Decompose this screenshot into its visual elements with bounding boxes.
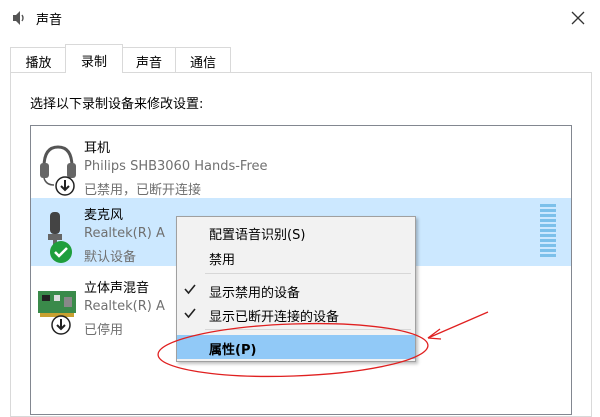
speaker-icon — [10, 9, 28, 27]
menu-item-label: 配置语音识别(S) — [209, 228, 306, 243]
menu-separator — [205, 273, 411, 274]
device-status: 默认设备 — [84, 250, 137, 265]
title-bar: 声音 — [0, 0, 600, 36]
tab-label: 录制 — [80, 55, 107, 70]
down-arrow-badge-icon — [51, 315, 71, 335]
window-title: 声音 — [36, 13, 63, 28]
menu-item-show-disabled[interactable]: 显示禁用的设备 — [177, 279, 415, 301]
checkmark-icon — [183, 282, 197, 296]
menu-item-label: 禁用 — [209, 253, 236, 268]
tab-communications[interactable]: 通信 — [175, 47, 231, 72]
menu-item-configure-speech[interactable]: 配置语音识别(S) — [177, 221, 415, 243]
instruction-text: 选择以下录制设备来修改设置: — [30, 97, 204, 112]
device-status: 已停用 — [84, 323, 124, 338]
device-status: 已禁用，已断开连接 — [84, 183, 202, 198]
device-name: 耳机 — [84, 141, 111, 156]
close-icon[interactable] — [566, 6, 590, 30]
level-meter — [540, 204, 556, 260]
menu-item-properties[interactable]: 属性(P) — [177, 335, 415, 359]
device-description: Realtek(R) A — [84, 299, 165, 314]
context-menu: 配置语音识别(S) 禁用 显示禁用的设备 显示已断开连接的设备 属性(P) — [176, 216, 416, 362]
tab-playback[interactable]: 播放 — [10, 47, 67, 72]
tab-label: 通信 — [189, 56, 216, 71]
device-description: Realtek(R) A — [84, 226, 165, 241]
device-name: 立体声混音 — [84, 281, 150, 296]
menu-item-show-disconnected[interactable]: 显示已断开连接的设备 — [177, 303, 415, 325]
tab-label: 播放 — [25, 56, 52, 71]
green-check-badge-icon — [49, 240, 73, 264]
menu-separator — [205, 329, 411, 330]
menu-item-label: 属性(P) — [209, 343, 257, 358]
device-name: 麦克风 — [84, 208, 124, 223]
menu-item-disable[interactable]: 禁用 — [177, 246, 415, 268]
device-description: Philips SHB3060 Hands-Free — [84, 159, 268, 174]
tab-sounds[interactable]: 声音 — [121, 47, 177, 72]
menu-item-label: 显示已断开连接的设备 — [209, 310, 340, 325]
tab-label: 声音 — [135, 56, 162, 71]
checkmark-icon — [183, 306, 197, 320]
list-item[interactable]: 耳机 Philips SHB3060 Hands-Free 已禁用，已断开连接 — [31, 131, 571, 199]
tab-recording[interactable]: 录制 — [65, 44, 123, 73]
down-arrow-badge-icon — [55, 176, 75, 196]
menu-item-label: 显示禁用的设备 — [209, 286, 301, 301]
